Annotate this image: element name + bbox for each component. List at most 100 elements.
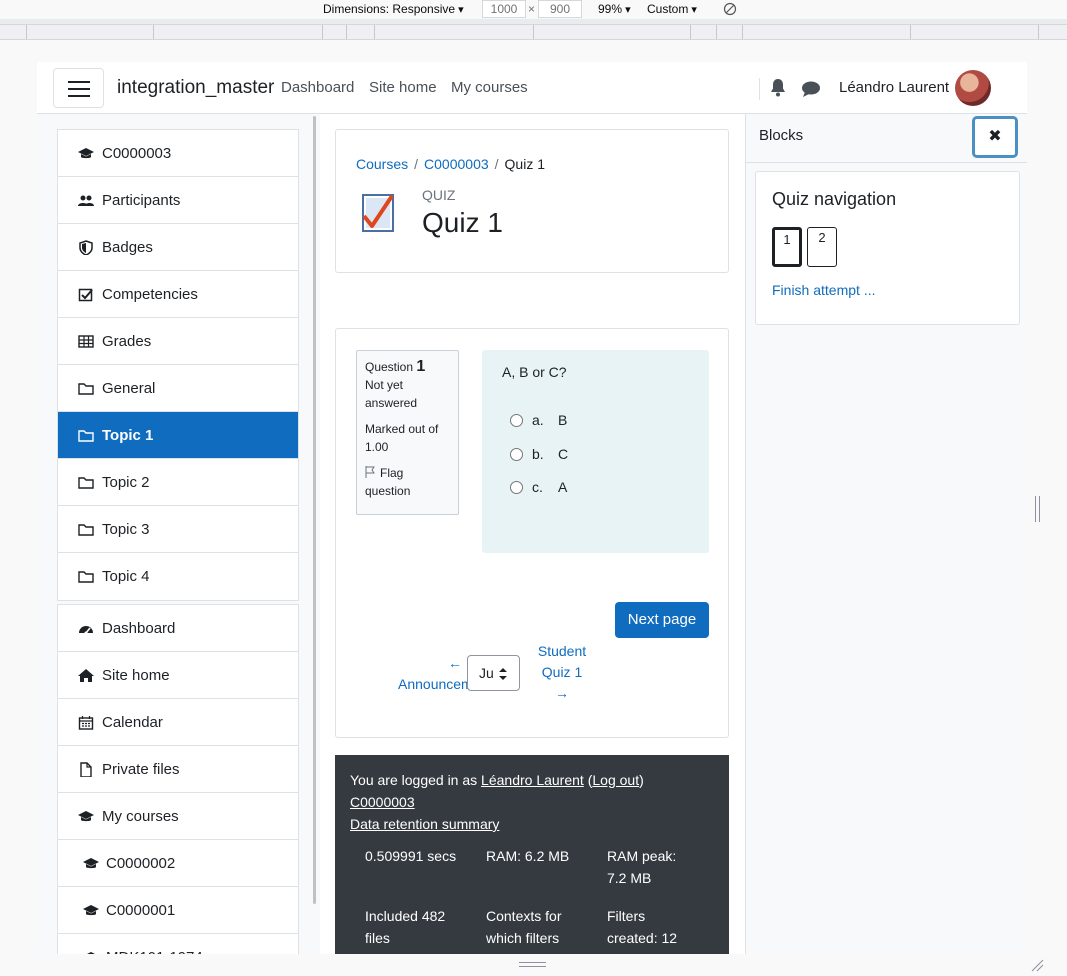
viewport-width-input[interactable]: 1000 <box>482 0 526 18</box>
footer-user-link[interactable]: Léandro Laurent <box>481 772 584 788</box>
quiz-page-button-1[interactable]: 1 <box>772 227 802 267</box>
quiz-navigation-block: Quiz navigation 1 2 Finish attempt ... <box>755 171 1020 325</box>
sidebar-item-label: Competencies <box>102 286 198 303</box>
chat-icon[interactable] <box>801 80 821 98</box>
sidebar-item-c0000001[interactable]: C0000001 <box>58 887 298 934</box>
close-blocks-button[interactable]: ✖ <box>972 116 1018 158</box>
quiz-page-button-2[interactable]: 2 <box>807 227 837 267</box>
module-type: QUIZ <box>422 187 456 203</box>
rotate-icon[interactable] <box>723 2 737 16</box>
page-viewport: integration_master Dashboard Site home M… <box>37 62 1027 954</box>
perf-time: 0.509991 secs <box>365 848 457 864</box>
avatar[interactable] <box>955 70 991 106</box>
sidebar-item-topic-3[interactable]: Topic 3 <box>58 506 298 553</box>
drawer-toggle-button[interactable] <box>53 68 104 108</box>
sidebar-item-topic-4[interactable]: Topic 4 <box>58 553 298 600</box>
sidebar-item-label: Calendar <box>102 714 163 731</box>
tachometer-icon <box>79 626 93 635</box>
sidebar-item-private-files[interactable]: Private files <box>58 746 298 793</box>
nav-link-site-home[interactable]: Site home <box>369 79 437 96</box>
graduation-cap-icon <box>78 811 94 822</box>
sidebar-item-label: C0000003 <box>102 145 172 162</box>
sidebar-item-topic-1[interactable]: Topic 1 <box>58 412 298 459</box>
folder-icon <box>78 571 94 583</box>
footer-course-link[interactable]: C0000003 <box>350 794 415 810</box>
question-number: 1 <box>416 358 426 375</box>
finish-attempt-link[interactable]: Finish attempt ... <box>772 282 875 298</box>
data-retention-link[interactable]: Data retention summary <box>350 816 499 832</box>
graduation-cap-icon <box>83 905 99 916</box>
table-icon <box>78 335 94 348</box>
drawer-scrollbar[interactable] <box>313 116 316 904</box>
dimension-times: × <box>528 2 536 16</box>
next-activity-link[interactable]: Student Quiz 1 → <box>530 641 594 704</box>
flag-icon <box>365 466 375 478</box>
sidebar-item-badges[interactable]: Badges <box>58 224 298 271</box>
sidebar-item-participants[interactable]: Participants <box>58 177 298 224</box>
resize-handle-corner[interactable] <box>1030 958 1044 972</box>
user-name[interactable]: Léandro Laurent <box>839 79 949 96</box>
sidebar-item-c0000003[interactable]: C0000003 <box>58 130 298 177</box>
graduation-cap-icon <box>78 148 94 159</box>
sidebar-item-label: Dashboard <box>102 620 176 637</box>
sidebar-item-general[interactable]: General <box>58 365 298 412</box>
sidebar-item-calendar[interactable]: Calendar <box>58 699 298 746</box>
users-icon <box>78 195 94 206</box>
logout-link[interactable]: Log out <box>592 772 639 788</box>
blocks-divider <box>746 162 1027 163</box>
answer-radio[interactable] <box>510 448 523 461</box>
graduation-cap-icon <box>83 858 99 869</box>
sidebar-item-label: Topic 4 <box>102 568 150 585</box>
zoom-dropdown[interactable]: 99% <box>598 2 631 16</box>
nav-link-dashboard[interactable]: Dashboard <box>281 79 354 96</box>
perf-ram: RAM: 6.2 MB <box>486 848 570 864</box>
sidebar-item-grades[interactable]: Grades <box>58 318 298 365</box>
sidebar-item-mdk101-1974[interactable]: MDK101-1974 <box>58 934 298 954</box>
sidebar-item-competencies[interactable]: Competencies <box>58 271 298 318</box>
breadcrumb-courses[interactable]: Courses <box>356 156 408 172</box>
bell-icon[interactable] <box>769 78 787 98</box>
home-icon <box>78 669 94 682</box>
sidebar-item-site-home[interactable]: Site home <box>58 652 298 699</box>
resize-handle-right[interactable] <box>1035 496 1040 522</box>
flag-question-button[interactable]: Flag question <box>365 464 450 500</box>
sidebar-item-my-courses[interactable]: My courses <box>58 793 298 840</box>
select-arrows-icon <box>499 668 507 680</box>
question-content: A, B or C? a. B b. C c. A <box>482 350 709 553</box>
sidebar-item-label: Participants <box>102 192 181 209</box>
page-title: Quiz 1 <box>422 207 503 238</box>
blocks-drawer: Blocks ✖ Quiz navigation 1 2 Finish atte… <box>745 114 1027 954</box>
course-index-drawer: C0000003 Participants Badges Competencies Gr… <box>37 114 320 954</box>
sidebar-item-label: Topic 2 <box>102 474 150 491</box>
breadcrumb-course[interactable]: C0000003 <box>424 156 489 172</box>
sidebar-item-label: My courses <box>102 808 179 825</box>
check-square-icon <box>78 288 93 302</box>
sidebar-item-label: C0000001 <box>106 902 176 919</box>
sidebar-item-dashboard[interactable]: Dashboard <box>58 605 298 652</box>
dimensions-dropdown[interactable]: Dimensions: Responsive <box>323 2 464 16</box>
breadcrumb: Courses / C0000003/Quiz 1 <box>356 156 546 172</box>
blocks-heading: Blocks <box>759 127 804 144</box>
sidebar-item-label: Topic 3 <box>102 521 150 538</box>
sidebar-item-label: General <box>102 380 156 397</box>
answer-radio[interactable] <box>510 481 523 494</box>
sidebar-item-c0000002[interactable]: C0000002 <box>58 840 298 887</box>
site-name[interactable]: integration_master <box>117 77 274 99</box>
question-text: A, B or C? <box>502 364 567 380</box>
sidebar-item-label: Private files <box>102 761 180 778</box>
nav-link-my-courses[interactable]: My courses <box>451 79 528 96</box>
throttle-dropdown[interactable]: Custom <box>647 2 697 16</box>
question-state: Not yet answered <box>365 378 418 410</box>
close-icon: ✖ <box>988 128 1002 145</box>
folder-icon <box>78 430 94 442</box>
resize-handle-bottom[interactable] <box>519 962 546 967</box>
nav-divider <box>759 78 760 100</box>
page-footer: You are logged in as Léandro Laurent (Lo… <box>335 755 729 954</box>
quiz-question-card: Question 1 Not yet answered Marked out o… <box>335 328 729 738</box>
previous-activity-link[interactable]: ←Announcements <box>398 653 470 695</box>
answer-radio[interactable] <box>510 414 523 427</box>
jump-to-select[interactable]: Ju <box>467 655 520 691</box>
viewport-height-input[interactable]: 900 <box>538 0 582 18</box>
next-page-button[interactable]: Next page <box>615 602 709 638</box>
sidebar-item-topic-2[interactable]: Topic 2 <box>58 459 298 506</box>
